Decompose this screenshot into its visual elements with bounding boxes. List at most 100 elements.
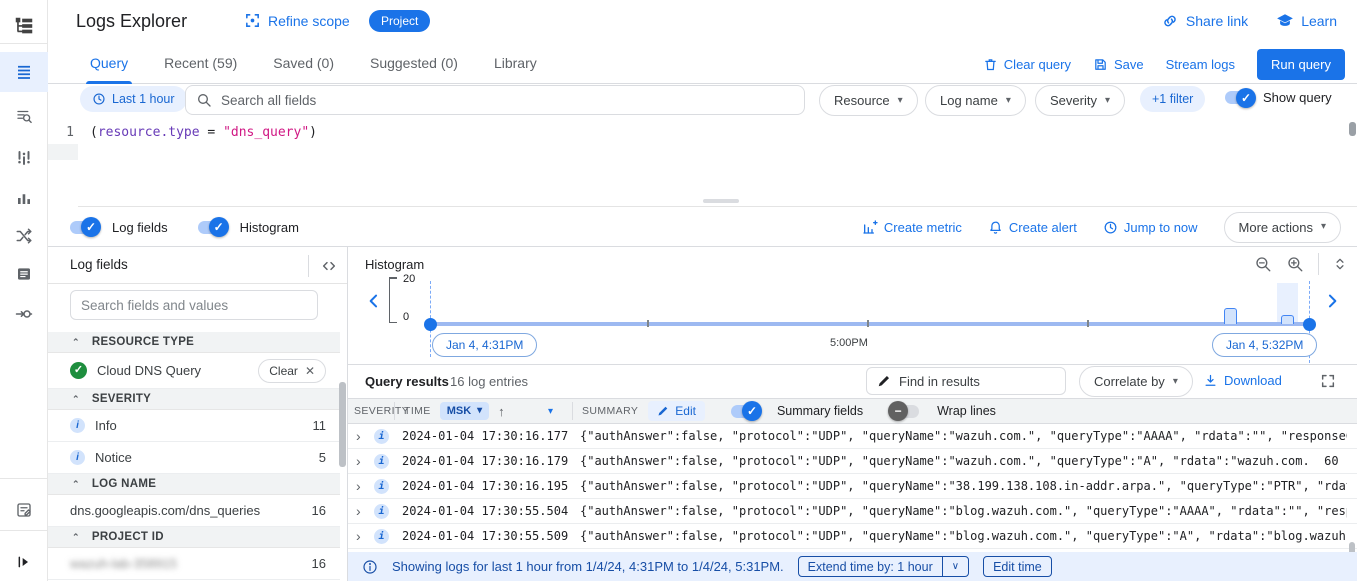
log-row[interactable]: › i 2024-01-04 17:30:16.177 {"authAnswer… xyxy=(348,424,1357,449)
nav-logs-storage-icon[interactable] xyxy=(0,254,48,294)
time-range-track[interactable] xyxy=(430,322,1310,326)
log-row[interactable]: › i 2024-01-04 17:30:16.179 {"authAnswer… xyxy=(348,449,1357,474)
log-name-filter-dropdown[interactable]: Log name▾ xyxy=(925,85,1026,116)
severity-column-header[interactable]: SEVERITY xyxy=(354,399,409,423)
expand-row-icon[interactable]: › xyxy=(356,528,361,544)
severity-item-notice[interactable]: i Notice 5 xyxy=(48,442,340,474)
run-query-button[interactable]: Run query xyxy=(1257,49,1345,80)
zoom-out-icon[interactable] xyxy=(1254,255,1272,273)
log-row[interactable]: › i 2024-01-04 17:30:55.504 {"authAnswer… xyxy=(348,499,1357,524)
sort-ascending-icon[interactable]: ↑ xyxy=(498,404,505,419)
log-row[interactable]: › i 2024-01-04 17:30:55.509 {"authAnswer… xyxy=(348,524,1357,549)
expand-row-icon[interactable]: › xyxy=(356,503,361,519)
find-in-results-input[interactable] xyxy=(899,374,1055,389)
tab-library[interactable]: Library xyxy=(476,44,555,84)
nav-log-analytics-icon[interactable] xyxy=(0,96,48,136)
edit-summary-button[interactable]: Edit xyxy=(648,401,705,421)
expand-row-icon[interactable]: › xyxy=(356,428,361,444)
severity-item-info[interactable]: i Info 11 xyxy=(48,410,340,442)
histogram-plot[interactable]: 5:00PM xyxy=(430,277,1310,337)
clear-query-button[interactable]: Clear query xyxy=(983,57,1071,72)
nav-logs-dashboard-icon[interactable] xyxy=(0,178,48,218)
log-row[interactable]: › i 2024-01-04 17:30:16.195 {"authAnswer… xyxy=(348,474,1357,499)
more-actions-dropdown[interactable]: More actions▾ xyxy=(1224,212,1341,243)
show-query-toggle[interactable]: ✓ xyxy=(1225,91,1253,104)
timezone-selector[interactable]: MSK▾ xyxy=(440,402,489,420)
histogram-pan-left-icon[interactable] xyxy=(364,291,384,311)
expand-row-icon[interactable]: › xyxy=(356,453,361,469)
project-id-item[interactable]: wazuh-lab-358915 16 xyxy=(48,548,340,580)
time-column-menu-icon[interactable]: ▾ xyxy=(548,399,553,423)
wrap-lines-toggle[interactable]: − xyxy=(891,405,919,418)
release-notes-icon[interactable] xyxy=(0,490,48,530)
query-results-toolbar: Query results 16 log entries Correlate b… xyxy=(348,365,1357,398)
search-all-fields-input[interactable] xyxy=(221,93,794,108)
query-text[interactable]: (resource.type = "dns_query") xyxy=(90,125,317,140)
create-metric-button[interactable]: Create metric xyxy=(862,219,962,235)
range-start-pill[interactable]: Jan 4, 4:31PM xyxy=(432,333,537,357)
project-scope-badge[interactable]: Project xyxy=(369,10,430,32)
resource-type-section-header[interactable]: ⌃ RESOURCE TYPE xyxy=(48,332,340,353)
trash-icon xyxy=(983,57,998,72)
range-start-handle[interactable] xyxy=(424,318,437,331)
tab-query[interactable]: Query xyxy=(72,44,146,84)
fullscreen-icon[interactable] xyxy=(1320,373,1336,389)
fields-panel-scrollbar[interactable] xyxy=(339,382,346,467)
nav-logs-usage-icon[interactable] xyxy=(0,294,48,334)
range-end-pill[interactable]: Jan 4, 5:32PM xyxy=(1212,333,1317,357)
nav-log-based-metrics-icon[interactable] xyxy=(0,138,48,178)
learn-button[interactable]: Learn xyxy=(1276,12,1337,30)
editor-resize-handle[interactable] xyxy=(703,199,739,203)
refine-scope-button[interactable]: Refine scope xyxy=(244,12,350,29)
resource-type-item-cloud-dns[interactable]: ✓ Cloud DNS Query Clear ✕ xyxy=(48,353,340,389)
collapse-rail-icon[interactable] xyxy=(0,542,48,581)
tab-saved[interactable]: Saved (0) xyxy=(255,44,352,84)
nav-log-router-icon[interactable] xyxy=(0,216,48,256)
range-end-handle[interactable] xyxy=(1303,318,1316,331)
summary-fields-toggle[interactable]: ✓ xyxy=(731,405,759,418)
extend-time-button[interactable]: Extend time by: 1 hour ∨ xyxy=(798,556,969,577)
collapse-expand-icon[interactable] xyxy=(1333,256,1347,272)
resource-filter-dropdown[interactable]: Resource▾ xyxy=(819,85,918,116)
stream-logs-button[interactable]: Stream logs xyxy=(1166,57,1235,72)
zoom-in-icon[interactable] xyxy=(1286,255,1304,273)
create-alert-button[interactable]: Create alert xyxy=(988,220,1077,235)
histogram-pan-right-icon[interactable] xyxy=(1322,291,1342,311)
edit-time-button[interactable]: Edit time xyxy=(983,556,1052,577)
query-editor[interactable]: 1 (resource.type = "dns_query") xyxy=(48,120,1357,207)
tab-recent[interactable]: Recent (59) xyxy=(146,44,255,84)
share-link-button[interactable]: Share link xyxy=(1161,12,1248,30)
summary-column-header[interactable]: SUMMARY xyxy=(582,405,638,417)
log-timestamp: 2024-01-04 17:30:16.177 xyxy=(402,429,568,443)
learn-icon xyxy=(1276,12,1294,30)
histogram-bar[interactable] xyxy=(1281,315,1294,324)
project-id-section-header[interactable]: ⌃ PROJECT ID xyxy=(48,527,340,548)
y-axis-max: 20 xyxy=(403,273,415,285)
log-name-item[interactable]: dns.googleapis.com/dns_queries 16 xyxy=(48,495,340,527)
nav-logs-explorer-icon[interactable] xyxy=(0,52,48,92)
download-button[interactable]: Download xyxy=(1203,373,1282,388)
editor-scrollbar[interactable] xyxy=(1349,122,1356,136)
chevron-up-icon: ⌃ xyxy=(72,479,80,490)
histogram-toggle[interactable]: ✓ xyxy=(198,221,226,234)
code-brackets-icon[interactable] xyxy=(308,255,337,277)
fields-search-input[interactable] xyxy=(81,298,307,313)
jump-to-now-button[interactable]: Jump to now xyxy=(1103,220,1198,235)
time-range-chip[interactable]: Last 1 hour xyxy=(80,86,187,112)
save-button[interactable]: Save xyxy=(1093,57,1144,72)
tab-suggested[interactable]: Suggested (0) xyxy=(352,44,476,84)
chevron-down-icon[interactable]: ∨ xyxy=(942,557,968,576)
expand-row-icon[interactable]: › xyxy=(356,478,361,494)
time-column-header[interactable]: TIME xyxy=(404,405,431,417)
page-header: Logs Explorer Refine scope Project Share… xyxy=(48,0,1357,44)
extra-filter-chip[interactable]: +1 filter xyxy=(1140,86,1205,112)
pencil-icon xyxy=(657,405,669,417)
clear-resource-filter-button[interactable]: Clear ✕ xyxy=(258,359,326,383)
correlate-by-dropdown[interactable]: Correlate by▾ xyxy=(1079,366,1193,397)
severity-section-header[interactable]: ⌃ SEVERITY xyxy=(48,389,340,410)
histogram-bar[interactable] xyxy=(1224,308,1237,324)
query-field-token: resource.type xyxy=(98,125,200,140)
severity-filter-dropdown[interactable]: Severity▾ xyxy=(1035,85,1125,116)
log-fields-toggle[interactable]: ✓ xyxy=(70,221,98,234)
log-name-section-header[interactable]: ⌃ LOG NAME xyxy=(48,474,340,495)
